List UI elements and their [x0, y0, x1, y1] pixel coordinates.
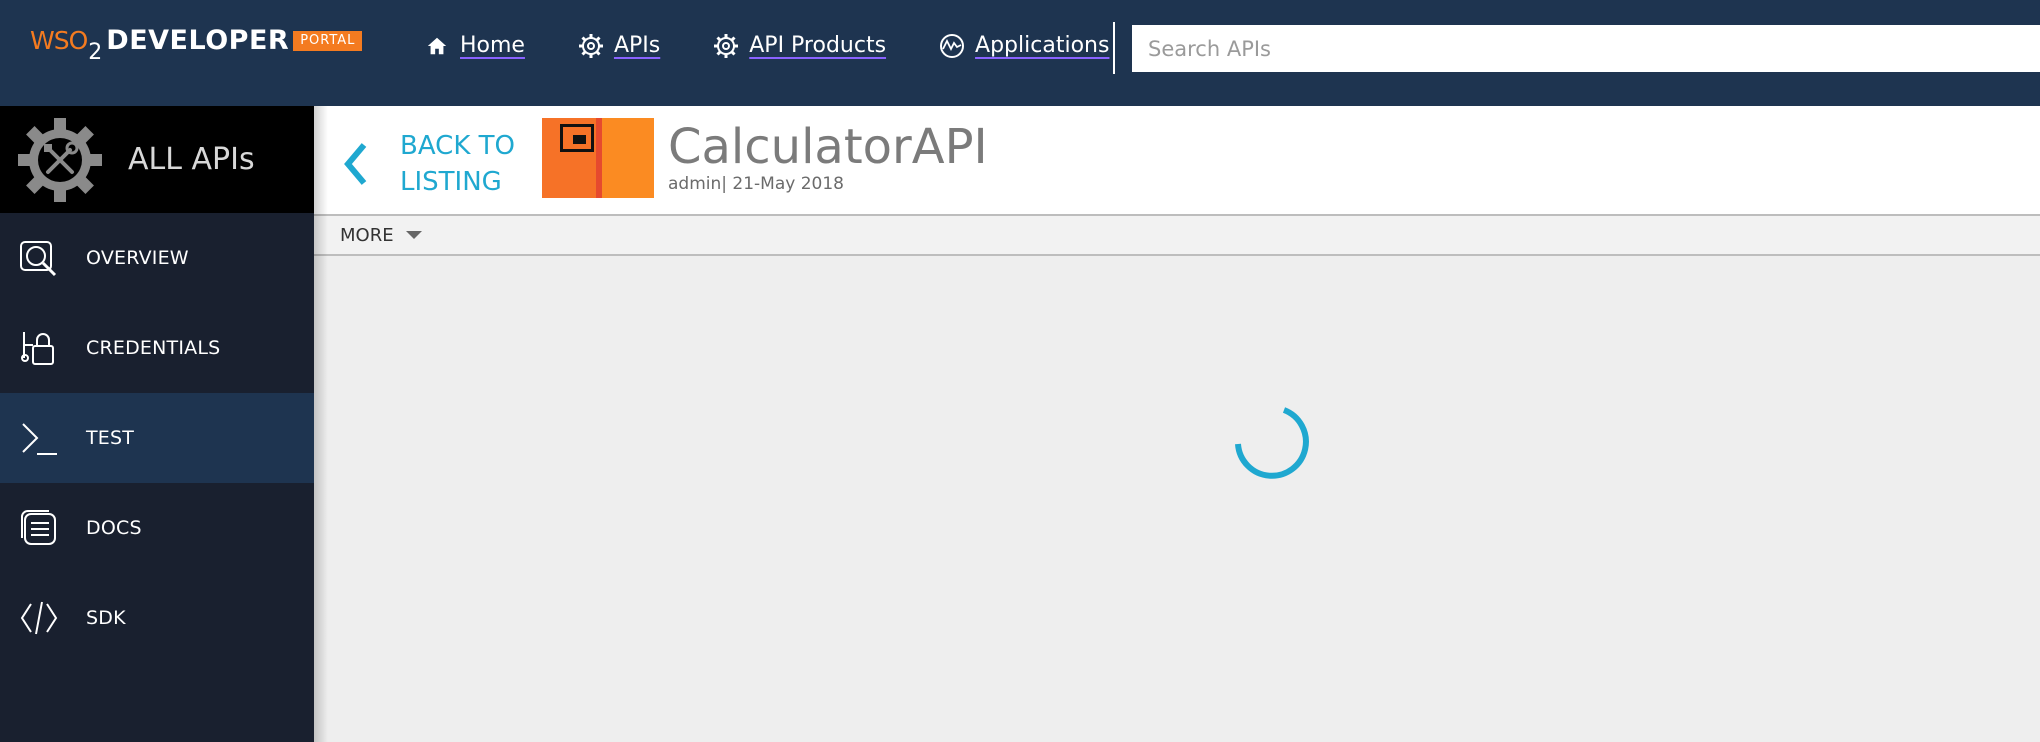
loading-spinner-icon	[1235, 407, 1309, 479]
sidebar: ALL APIs OVERVIEW CREDENTIALS TEST DOCS …	[0, 106, 314, 742]
sidebar-shadow	[314, 106, 328, 742]
api-header: BACK TO LISTING CalculatorAPI admin| 21-…	[314, 106, 2040, 216]
api-thumbnail-icon	[560, 124, 594, 152]
back-to-listing-link[interactable]: BACK TO LISTING	[340, 128, 520, 200]
applications-icon	[939, 33, 965, 59]
more-label: MORE	[340, 224, 394, 246]
sidebar-all-apis[interactable]: ALL APIs	[0, 106, 314, 213]
more-bar: MORE	[314, 216, 2040, 256]
gear-icon	[578, 33, 604, 59]
home-icon	[424, 33, 450, 59]
logo-wso-text: WSO	[30, 26, 88, 55]
nav-apis-label: APIs	[613, 33, 661, 58]
overview-icon	[18, 237, 60, 279]
sidebar-item-label: CREDENTIALS	[86, 337, 221, 359]
sidebar-item-docs[interactable]: DOCS	[0, 483, 314, 573]
nav-divider	[1113, 22, 1115, 74]
search-input[interactable]	[1132, 25, 2040, 72]
api-thumbnail	[542, 118, 654, 198]
logo-developer-text: DEVELOPER	[106, 25, 290, 56]
top-bar: WSO 2 DEVELOPER PORTAL Home APIs API Pro…	[0, 0, 2040, 106]
wso2-developer-portal-logo[interactable]: WSO 2 DEVELOPER PORTAL	[30, 25, 363, 66]
chevron-left-icon	[344, 143, 367, 185]
sidebar-item-label: DOCS	[86, 517, 142, 539]
nav-api-products-label: API Products	[749, 33, 887, 58]
gear-icon	[713, 33, 739, 59]
logo-two-text: 2	[88, 40, 103, 65]
sidebar-item-label: OVERVIEW	[86, 247, 189, 269]
gear-tools-icon	[18, 117, 102, 202]
caret-down-icon	[405, 231, 422, 239]
api-title: CalculatorAPI	[668, 119, 988, 175]
nav-home-label: Home	[460, 33, 525, 58]
more-dropdown[interactable]: MORE	[340, 225, 422, 246]
sidebar-item-label: TEST	[86, 427, 135, 449]
nav-applications[interactable]: Applications	[939, 28, 1109, 64]
sidebar-item-test[interactable]: TEST	[0, 393, 314, 483]
nav-applications-label: Applications	[975, 33, 1110, 58]
sidebar-item-sdk[interactable]: SDK	[0, 573, 314, 663]
nav-api-products[interactable]: API Products	[713, 28, 886, 64]
sidebar-item-overview[interactable]: OVERVIEW	[0, 213, 314, 303]
docs-icon	[18, 507, 60, 549]
api-meta: admin| 21-May 2018	[668, 174, 844, 194]
main-panel: BACK TO LISTING CalculatorAPI admin| 21-…	[314, 106, 2040, 742]
credentials-icon	[18, 327, 60, 369]
main-nav: Home APIs API Products Applications	[424, 28, 1162, 64]
back-to-listing-label: BACK TO LISTING	[400, 131, 515, 197]
logo-portal-badge: PORTAL	[293, 31, 363, 51]
code-icon	[18, 597, 60, 639]
nav-home[interactable]: Home	[424, 28, 525, 64]
sidebar-item-credentials[interactable]: CREDENTIALS	[0, 303, 314, 393]
content-area	[314, 258, 2040, 742]
sidebar-item-label: SDK	[86, 607, 126, 629]
sidebar-all-apis-label: ALL APIs	[128, 142, 255, 177]
terminal-icon	[18, 417, 60, 459]
nav-apis[interactable]: APIs	[578, 28, 660, 64]
